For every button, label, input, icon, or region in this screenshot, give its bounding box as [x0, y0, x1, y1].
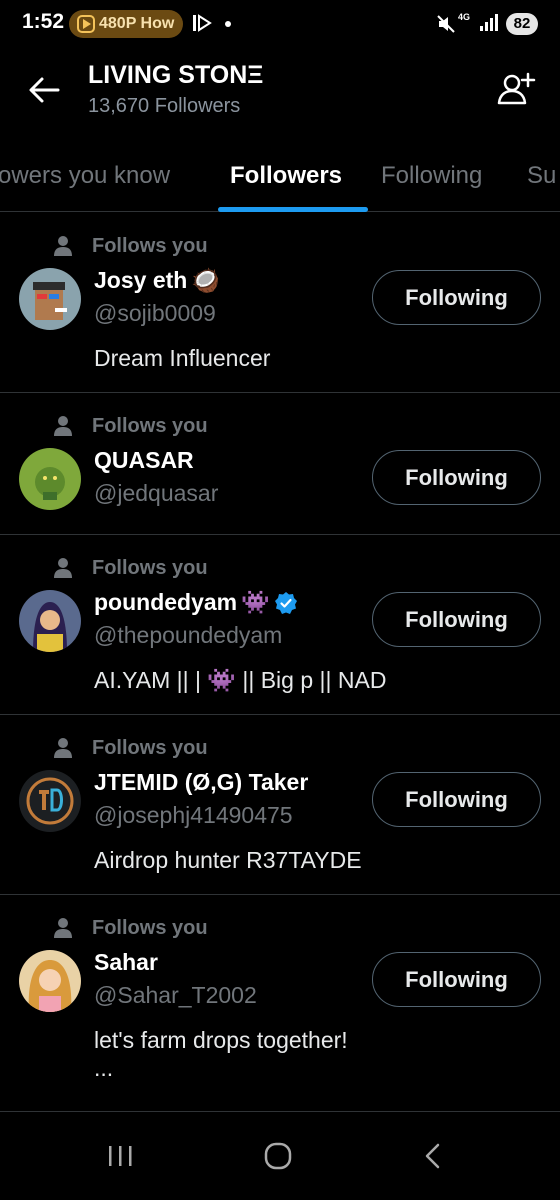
add-user-icon[interactable] — [494, 68, 538, 112]
avatar-image — [19, 770, 81, 832]
user-bio: AI.YAM || | 👾 || Big p || NAD — [94, 667, 387, 693]
battery-icon: 82 — [506, 13, 538, 35]
name-emoji: 👾 — [241, 589, 270, 615]
list-item[interactable]: Follows you JTEMID (Ø,G) Taker @josephj4… — [0, 715, 560, 895]
person-icon — [54, 738, 72, 758]
follows-you-label: Follows you — [92, 916, 208, 939]
status-time: 1:52 — [22, 10, 65, 33]
user-bio: Airdrop hunter R37TAYDE — [94, 847, 362, 873]
avatar[interactable] — [19, 590, 81, 652]
user-handle[interactable]: @jedquasar — [94, 480, 218, 507]
recents-icon[interactable] — [100, 1140, 140, 1172]
video-icon — [77, 15, 95, 33]
avatar[interactable] — [19, 950, 81, 1012]
profile-header: LIVING STONΞ 13,670 Followers — [0, 48, 560, 132]
person-icon — [54, 558, 72, 578]
list-item[interactable]: Follows you Josy eth 🥥 @sojib0009 Followi… — [0, 213, 560, 393]
follows-you-indicator: Follows you — [52, 414, 208, 438]
follows-you-indicator: Follows you — [52, 736, 208, 760]
display-name[interactable]: Josy eth 🥥 — [94, 267, 220, 294]
avatar[interactable] — [19, 448, 81, 510]
name-emoji: 🥥 — [191, 267, 220, 293]
back-icon[interactable] — [414, 1140, 454, 1172]
user-handle[interactable]: @sojib0009 — [94, 300, 216, 327]
verified-badge-icon — [274, 591, 297, 614]
following-button[interactable]: Following — [372, 270, 541, 325]
person-icon — [54, 416, 72, 436]
display-name-text: Josy eth — [94, 267, 188, 293]
follows-you-indicator: Follows you — [52, 916, 208, 940]
avatar[interactable] — [19, 268, 81, 330]
user-bio: Dream Influencer — [94, 345, 271, 371]
person-icon — [54, 918, 72, 938]
followers-count: 13,670 Followers — [88, 95, 241, 117]
following-button[interactable]: Following — [372, 952, 541, 1007]
active-tab-indicator — [218, 207, 368, 212]
follows-you-label: Follows you — [92, 556, 208, 579]
mute-icon — [437, 15, 455, 33]
display-name-text: Sahar — [94, 949, 158, 975]
display-name-text: poundedyam — [94, 589, 238, 615]
display-name-text: JTEMID (Ø,G) Taker — [94, 769, 309, 795]
signal-icon — [480, 14, 498, 31]
play-icon — [193, 14, 212, 32]
avatar-image — [19, 268, 81, 330]
user-handle[interactable]: @thepoundedyam — [94, 622, 282, 649]
page-title: LIVING STONΞ — [88, 61, 264, 89]
display-name[interactable]: poundedyam 👾 — [94, 589, 298, 616]
list-item[interactable]: Follows you Sahar @Sahar_T2002 Following… — [0, 895, 560, 1112]
status-bar: 1:52 480P How 4G 82 — [0, 0, 560, 48]
bio-ellipsis: ... — [94, 1055, 114, 1081]
user-handle[interactable]: @Sahar_T2002 — [94, 982, 257, 1009]
media-notification-pill[interactable]: 480P How — [69, 10, 183, 38]
tab-following[interactable]: Following — [381, 162, 482, 190]
pill-text: 480P How — [99, 15, 175, 32]
display-name[interactable]: Sahar — [94, 949, 158, 976]
network-label: 4G — [458, 12, 471, 22]
follows-you-indicator: Follows you — [52, 234, 208, 258]
following-button[interactable]: Following — [372, 772, 541, 827]
follows-you-label: Follows you — [92, 234, 208, 257]
follows-you-label: Follows you — [92, 736, 208, 759]
tab-bar: owers you know Followers Following Su — [0, 132, 560, 212]
dot-icon — [225, 21, 231, 27]
following-button[interactable]: Following — [372, 450, 541, 505]
tab-followers-you-know[interactable]: owers you know — [0, 162, 170, 190]
display-name[interactable]: JTEMID (Ø,G) Taker — [94, 769, 308, 796]
system-nav-bar — [0, 1112, 560, 1200]
user-handle[interactable]: @josephj41490475 — [94, 802, 293, 829]
avatar-image — [19, 590, 81, 652]
display-name[interactable]: QUASAR — [94, 447, 194, 474]
following-button[interactable]: Following — [372, 592, 541, 647]
avatar[interactable] — [19, 770, 81, 832]
list-item[interactable]: Follows you QUASAR @jedquasar Following — [0, 393, 560, 535]
follows-you-indicator: Follows you — [52, 556, 208, 580]
list-item[interactable]: Follows you poundedyam 👾 @thepoundedyam F… — [0, 535, 560, 715]
person-icon — [54, 236, 72, 256]
tab-subscriptions[interactable]: Su — [527, 162, 556, 190]
display-name-text: QUASAR — [94, 447, 194, 473]
follower-list: Follows you Josy eth 🥥 @sojib0009 Followi… — [0, 213, 560, 1112]
tab-followers[interactable]: Followers — [230, 162, 342, 190]
follows-you-label: Follows you — [92, 414, 208, 437]
avatar-image — [19, 950, 81, 1012]
avatar-image — [19, 448, 81, 510]
back-arrow-icon[interactable] — [24, 70, 64, 110]
user-bio: let's farm drops together! — [94, 1027, 348, 1053]
home-icon[interactable] — [258, 1140, 298, 1172]
